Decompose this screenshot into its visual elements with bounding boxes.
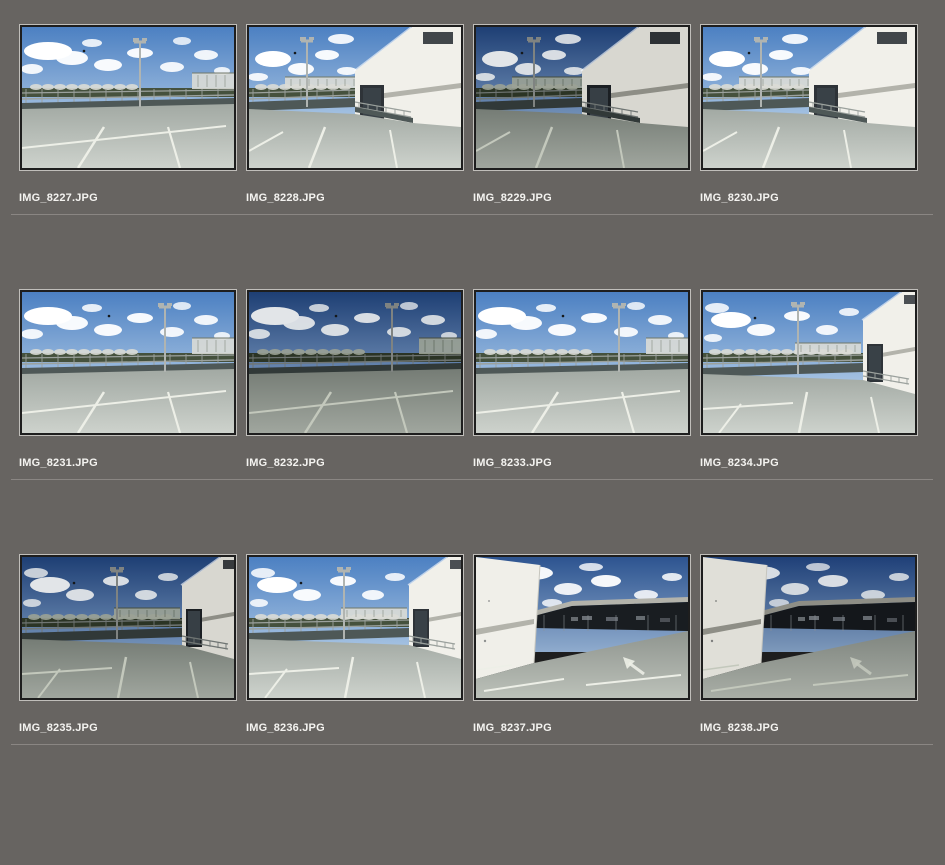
thumbnail-row: IMG_8227.JPG IMG_8228.JPG IMG_8229.JPG I… bbox=[19, 24, 945, 215]
photo-filename: IMG_8236.JPG bbox=[246, 722, 464, 735]
thumb-row-cells: IMG_8235.JPG IMG_8236.JPG IMG_8237.JPG I… bbox=[19, 554, 945, 735]
photo-filename: IMG_8237.JPG bbox=[473, 722, 691, 735]
photo-cell: IMG_8232.JPG bbox=[246, 289, 464, 470]
thumb-row-cells: IMG_8231.JPG IMG_8232.JPG IMG_8233.JPG I… bbox=[19, 289, 945, 470]
photo-image bbox=[249, 27, 461, 168]
photo-thumbnail[interactable] bbox=[700, 24, 918, 171]
row-divider bbox=[11, 479, 933, 480]
photo-cell: IMG_8227.JPG bbox=[19, 24, 237, 205]
thumb-row-cells: IMG_8227.JPG IMG_8228.JPG IMG_8229.JPG I… bbox=[19, 24, 945, 205]
photo-thumbnail[interactable] bbox=[19, 554, 237, 701]
photo-filename: IMG_8232.JPG bbox=[246, 457, 464, 470]
photo-cell: IMG_8238.JPG bbox=[700, 554, 918, 735]
photo-image bbox=[476, 292, 688, 433]
photo-filename: IMG_8235.JPG bbox=[19, 722, 237, 735]
photo-browser-window: { "window": { "background": "#676461", "… bbox=[0, 0, 945, 865]
photo-image bbox=[22, 292, 234, 433]
photo-cell: IMG_8235.JPG bbox=[19, 554, 237, 735]
photo-cell: IMG_8229.JPG bbox=[473, 24, 691, 205]
row-divider bbox=[11, 214, 933, 215]
photo-cell: IMG_8231.JPG bbox=[19, 289, 237, 470]
photo-filename: IMG_8238.JPG bbox=[700, 722, 918, 735]
photo-filename: IMG_8228.JPG bbox=[246, 192, 464, 205]
photo-thumbnail[interactable] bbox=[19, 24, 237, 171]
photo-image bbox=[476, 557, 688, 698]
photo-cell: IMG_8233.JPG bbox=[473, 289, 691, 470]
photo-image bbox=[703, 557, 915, 698]
photo-image bbox=[703, 27, 915, 168]
photo-thumbnail[interactable] bbox=[700, 554, 918, 701]
photo-image bbox=[22, 557, 234, 698]
photo-thumbnail[interactable] bbox=[473, 24, 691, 171]
photo-cell: IMG_8230.JPG bbox=[700, 24, 918, 205]
photo-cell: IMG_8236.JPG bbox=[246, 554, 464, 735]
photo-filename: IMG_8233.JPG bbox=[473, 457, 691, 470]
photo-filename: IMG_8227.JPG bbox=[19, 192, 237, 205]
photo-filename: IMG_8230.JPG bbox=[700, 192, 918, 205]
photo-thumbnail[interactable] bbox=[246, 24, 464, 171]
photo-image bbox=[703, 292, 915, 433]
thumbnail-grid: IMG_8227.JPG IMG_8228.JPG IMG_8229.JPG I… bbox=[0, 0, 945, 745]
thumbnail-row: IMG_8231.JPG IMG_8232.JPG IMG_8233.JPG I… bbox=[19, 289, 945, 480]
photo-image bbox=[249, 557, 461, 698]
photo-filename: IMG_8231.JPG bbox=[19, 457, 237, 470]
photo-cell: IMG_8228.JPG bbox=[246, 24, 464, 205]
photo-thumbnail[interactable] bbox=[246, 289, 464, 436]
photo-thumbnail[interactable] bbox=[19, 289, 237, 436]
photo-thumbnail[interactable] bbox=[700, 289, 918, 436]
thumbnail-row: IMG_8235.JPG IMG_8236.JPG IMG_8237.JPG I… bbox=[19, 554, 945, 745]
row-divider bbox=[11, 744, 933, 745]
photo-thumbnail[interactable] bbox=[473, 289, 691, 436]
photo-thumbnail[interactable] bbox=[246, 554, 464, 701]
photo-cell: IMG_8234.JPG bbox=[700, 289, 918, 470]
photo-cell: IMG_8237.JPG bbox=[473, 554, 691, 735]
photo-image bbox=[249, 292, 461, 433]
photo-image bbox=[22, 27, 234, 168]
photo-filename: IMG_8229.JPG bbox=[473, 192, 691, 205]
photo-image bbox=[476, 27, 688, 168]
photo-thumbnail[interactable] bbox=[473, 554, 691, 701]
photo-filename: IMG_8234.JPG bbox=[700, 457, 918, 470]
